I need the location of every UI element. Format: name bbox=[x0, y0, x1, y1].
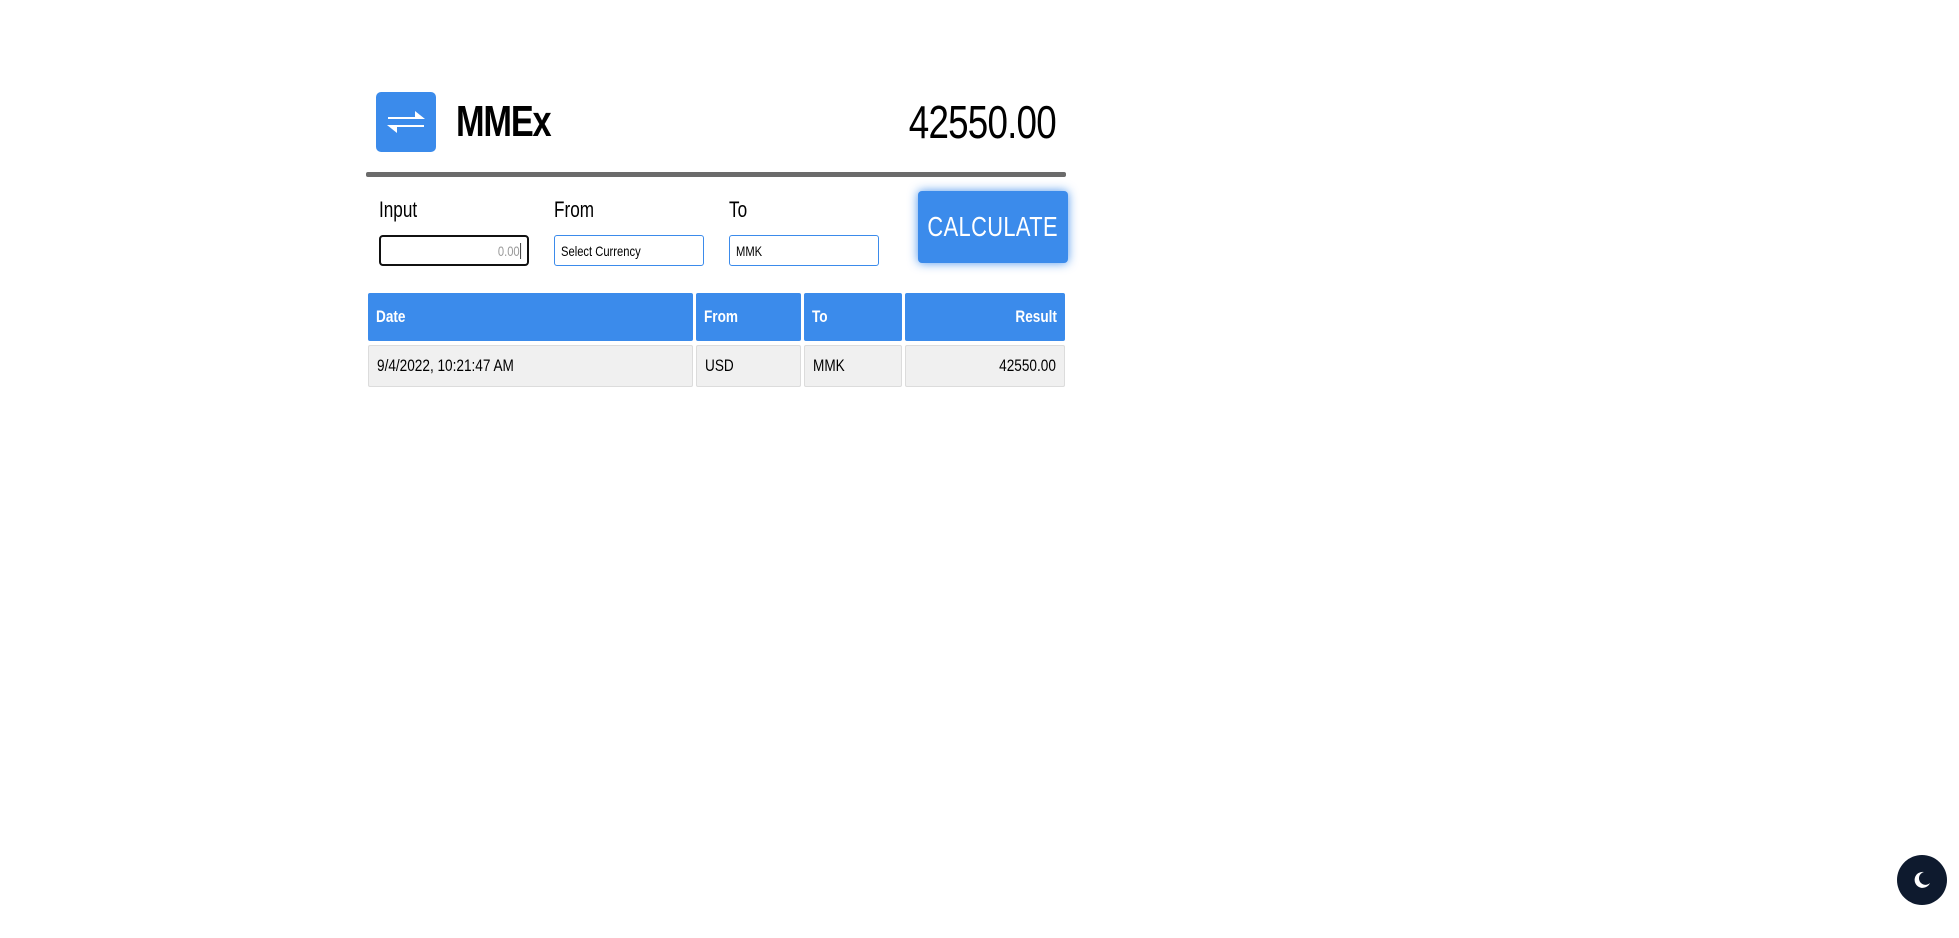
from-currency-value: Select Currency bbox=[561, 242, 641, 259]
input-label: Input bbox=[379, 197, 418, 222]
conversion-form: Input 0.00 From Select Currency To MMK C… bbox=[379, 191, 1069, 278]
header-date: Date bbox=[368, 293, 693, 341]
header-result: Result bbox=[905, 293, 1065, 341]
to-currency-value: MMK bbox=[736, 242, 763, 259]
to-currency-select[interactable]: MMK bbox=[729, 235, 879, 266]
from-field-group: From Select Currency bbox=[554, 198, 704, 266]
exchange-arrows-icon bbox=[387, 111, 425, 133]
cell-date: 9/4/2022, 10:21:47 AM bbox=[368, 345, 693, 387]
cell-from-text: USD bbox=[705, 356, 734, 375]
from-label: From bbox=[554, 197, 595, 222]
cell-result: 42550.00 bbox=[905, 345, 1065, 387]
input-field-group: Input 0.00 bbox=[379, 198, 529, 266]
amount-input[interactable]: 0.00 bbox=[379, 235, 529, 266]
header-to-label: To bbox=[812, 307, 828, 326]
table-header-row: Date From To Result bbox=[368, 293, 1066, 341]
header-to: To bbox=[804, 293, 902, 341]
from-currency-select[interactable]: Select Currency bbox=[554, 235, 704, 266]
result-total: 42550.00 bbox=[908, 96, 1057, 148]
calculate-button-label: CALCULATE bbox=[927, 211, 1059, 242]
cell-to-text: MMK bbox=[813, 356, 845, 375]
amount-input-value: 0.00 bbox=[497, 242, 521, 259]
theme-toggle-button[interactable] bbox=[1897, 855, 1947, 905]
to-label: To bbox=[729, 197, 748, 222]
app-logo bbox=[376, 92, 436, 152]
cell-to: MMK bbox=[804, 345, 902, 387]
cell-date-text: 9/4/2022, 10:21:47 AM bbox=[377, 356, 514, 375]
header-from-label: From bbox=[704, 307, 738, 326]
table-row: 9/4/2022, 10:21:47 AM USD MMK 42550.00 bbox=[368, 345, 1066, 387]
header-date-label: Date bbox=[376, 307, 406, 326]
header-result-label: Result bbox=[1015, 307, 1057, 326]
history-table: Date From To Result 9/4/2022, 10:21:47 A… bbox=[368, 293, 1066, 391]
app-title: MMEx bbox=[456, 97, 552, 146]
moon-icon bbox=[1914, 871, 1930, 888]
converter-app: MMEx 42550.00 Input 0.00 From Select Cur… bbox=[366, 92, 1068, 387]
header-from: From bbox=[696, 293, 801, 341]
cell-result-text: 42550.00 bbox=[999, 356, 1056, 375]
cell-from: USD bbox=[696, 345, 801, 387]
header-divider bbox=[366, 172, 1066, 177]
calculate-button[interactable]: CALCULATE bbox=[918, 191, 1068, 263]
to-field-group: To MMK bbox=[729, 198, 879, 266]
header: MMEx 42550.00 bbox=[366, 92, 1066, 177]
